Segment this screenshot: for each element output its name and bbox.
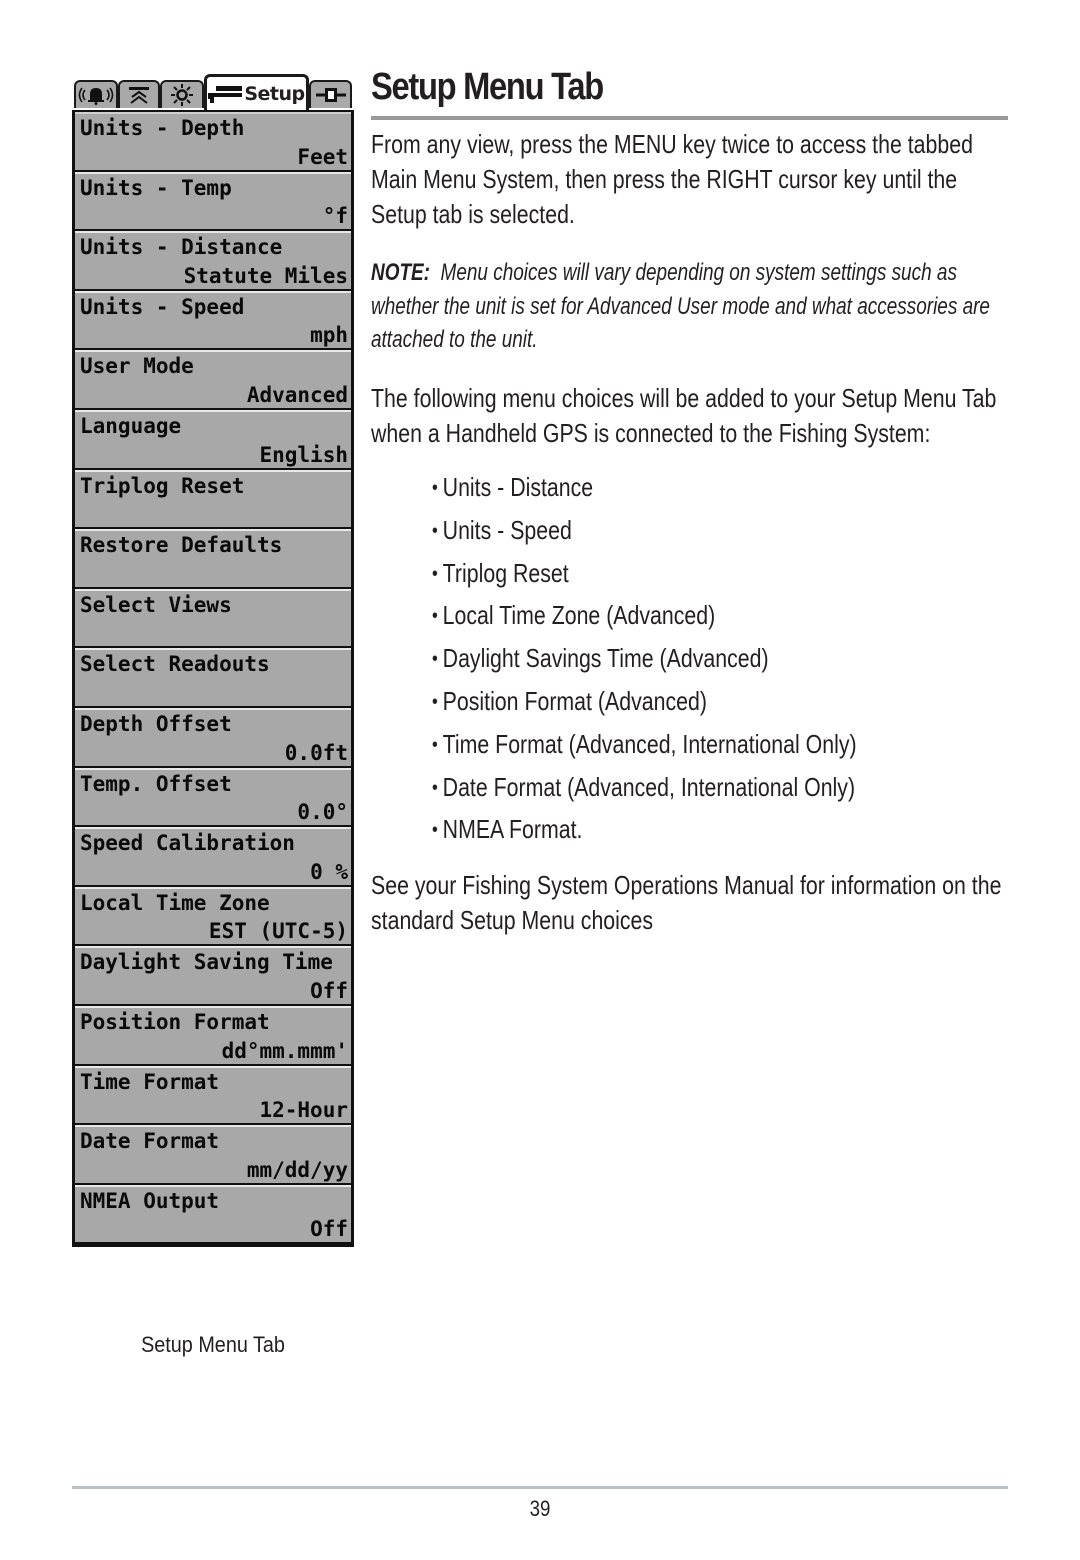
added-choice-item: NMEA Format.	[432, 810, 857, 853]
added-choice-item: Triplog Reset	[432, 554, 857, 597]
page-title: Setup Menu Tab	[371, 66, 604, 108]
menu-item-label: Speed Calibration	[80, 831, 295, 856]
menu-item-label: Units - Temp	[80, 175, 232, 200]
menu-item-value: 0.0ft	[284, 740, 348, 765]
footer-divider	[72, 1486, 1008, 1489]
note-label: NOTE:	[371, 259, 430, 286]
tab-setup-label: Setup	[244, 82, 305, 105]
menu-item-label: Units - Speed	[80, 294, 245, 319]
added-choice-item: Time Format (Advanced, International Onl…	[432, 725, 857, 768]
setup-menu-screenshot: Setup Units - Depth Feet Units - Temp °f Uni…	[72, 74, 354, 1248]
menu-item-value: mm/dd/yy	[246, 1157, 348, 1182]
added-choices-list: Units - DistanceUnits - SpeedTriplog Res…	[432, 468, 950, 853]
menu-item[interactable]: Select Readouts	[75, 648, 351, 708]
menu-item[interactable]: User Mode Advanced	[75, 350, 351, 410]
menu-item-value: dd°mm.mmm'	[221, 1038, 348, 1063]
menu-item[interactable]: Local Time Zone EST (UTC-5)	[75, 886, 351, 947]
menu-item-label: Time Format	[80, 1069, 220, 1094]
menu-item[interactable]: Daylight Saving Time Off	[75, 946, 351, 1006]
menu-item-value: Advanced	[246, 382, 348, 407]
menu-item-label: Position Format	[80, 1009, 270, 1034]
menu-item[interactable]: Temp. Offset 0.0°	[75, 767, 351, 828]
menu-tab-bar: Setup	[72, 74, 354, 110]
added-choice-item: Units - Distance	[432, 468, 857, 511]
tab-sonar[interactable]	[118, 80, 160, 108]
tab-setup[interactable]: Setup	[204, 74, 309, 110]
menu-item-label: Language	[80, 413, 182, 438]
menu-item-label: Restore Defaults	[80, 533, 283, 558]
display-brightness-icon	[170, 84, 194, 106]
menu-item[interactable]: Time Format 12-Hour	[75, 1065, 351, 1126]
added-choice-item: Units - Speed	[432, 511, 857, 554]
added-choice-item: Local Time Zone (Advanced)	[432, 596, 857, 639]
added-choice-item: Position Format (Advanced)	[432, 682, 857, 725]
menu-item-value: 12-Hour	[259, 1098, 348, 1123]
menu-item-label: Local Time Zone	[80, 890, 270, 915]
note-text: Menu choices will vary depending on syst…	[371, 259, 990, 353]
menu-item[interactable]: Triplog Reset	[75, 469, 351, 530]
menu-item-value: 0 %	[310, 859, 348, 884]
menu-item[interactable]: Select Views	[75, 588, 351, 649]
sonar-beam-icon	[127, 85, 151, 105]
menu-item[interactable]: Language English	[75, 409, 351, 470]
menu-item-value: Off	[310, 1217, 348, 1242]
menu-item[interactable]: Restore Defaults	[75, 529, 351, 589]
menu-item-value: Feet	[297, 144, 348, 169]
added-choice-item: Date Format (Advanced, International Onl…	[432, 768, 857, 811]
menu-item[interactable]: Units - Temp °f	[75, 171, 351, 232]
menu-item[interactable]: Speed Calibration 0 %	[75, 827, 351, 887]
menu-item-value: 0.0°	[297, 800, 348, 825]
menu-item-label: Select Views	[80, 592, 232, 617]
menu-item[interactable]: Date Format mm/dd/yy	[75, 1125, 351, 1185]
intro-paragraph: From any view, press the MENU key twice …	[371, 129, 973, 229]
menu-item-value: Statute Miles	[183, 263, 348, 288]
menu-item[interactable]: NMEA Output Off	[75, 1184, 351, 1245]
tab-accessories[interactable]	[309, 80, 352, 108]
note-paragraph: NOTE: Menu choices will vary depending o…	[371, 256, 1003, 357]
menu-item-value: EST (UTC-5)	[208, 919, 348, 944]
menu-item-label: Depth Offset	[80, 711, 232, 736]
menu-item-label: Units - Distance	[80, 235, 283, 260]
setup-menu-list: Units - Depth Feet Units - Temp °f Units - D…	[72, 110, 354, 1248]
added-choice-item: Daylight Savings Time (Advanced)	[432, 639, 857, 682]
menu-item-value: Off	[310, 978, 348, 1003]
menu-item-label: Temp. Offset	[80, 771, 232, 796]
menu-item[interactable]: Units - Speed mph	[75, 290, 351, 351]
menu-item-label: Select Readouts	[80, 652, 270, 677]
menu-item-label: Daylight Saving Time	[80, 950, 333, 975]
menu-item-value: English	[259, 442, 348, 467]
see-also-paragraph: See your Fishing System Operations Manua…	[371, 870, 1002, 935]
menu-item-label: Date Format	[80, 1129, 220, 1154]
tab-display[interactable]	[160, 80, 204, 108]
menu-item-value: mph	[310, 323, 348, 348]
menu-item-value: °f	[322, 204, 348, 229]
menu-item-label: Units - Depth	[80, 116, 245, 140]
page-number: 39	[529, 1496, 551, 1521]
menu-item-label: Triplog Reset	[80, 473, 245, 498]
wrench-setup-icon	[208, 85, 243, 103]
added-choices-intro: The following menu choices will be added…	[371, 383, 997, 448]
tab-alarms[interactable]	[74, 80, 118, 108]
accessory-connector-icon	[315, 86, 346, 104]
menu-item-label: User Mode	[80, 354, 194, 379]
title-divider	[371, 116, 1008, 120]
sonar-alarm-icon	[78, 85, 114, 105]
figure-caption: Setup Menu Tab	[141, 1332, 285, 1357]
menu-item[interactable]: Depth Offset 0.0ft	[75, 707, 351, 768]
menu-item[interactable]: Units - Depth Feet	[75, 112, 351, 172]
menu-item[interactable]: Units - Distance Statute Miles	[75, 231, 351, 291]
menu-item[interactable]: Position Format dd°mm.mmm'	[75, 1005, 351, 1066]
menu-item-label: NMEA Output	[80, 1188, 220, 1213]
